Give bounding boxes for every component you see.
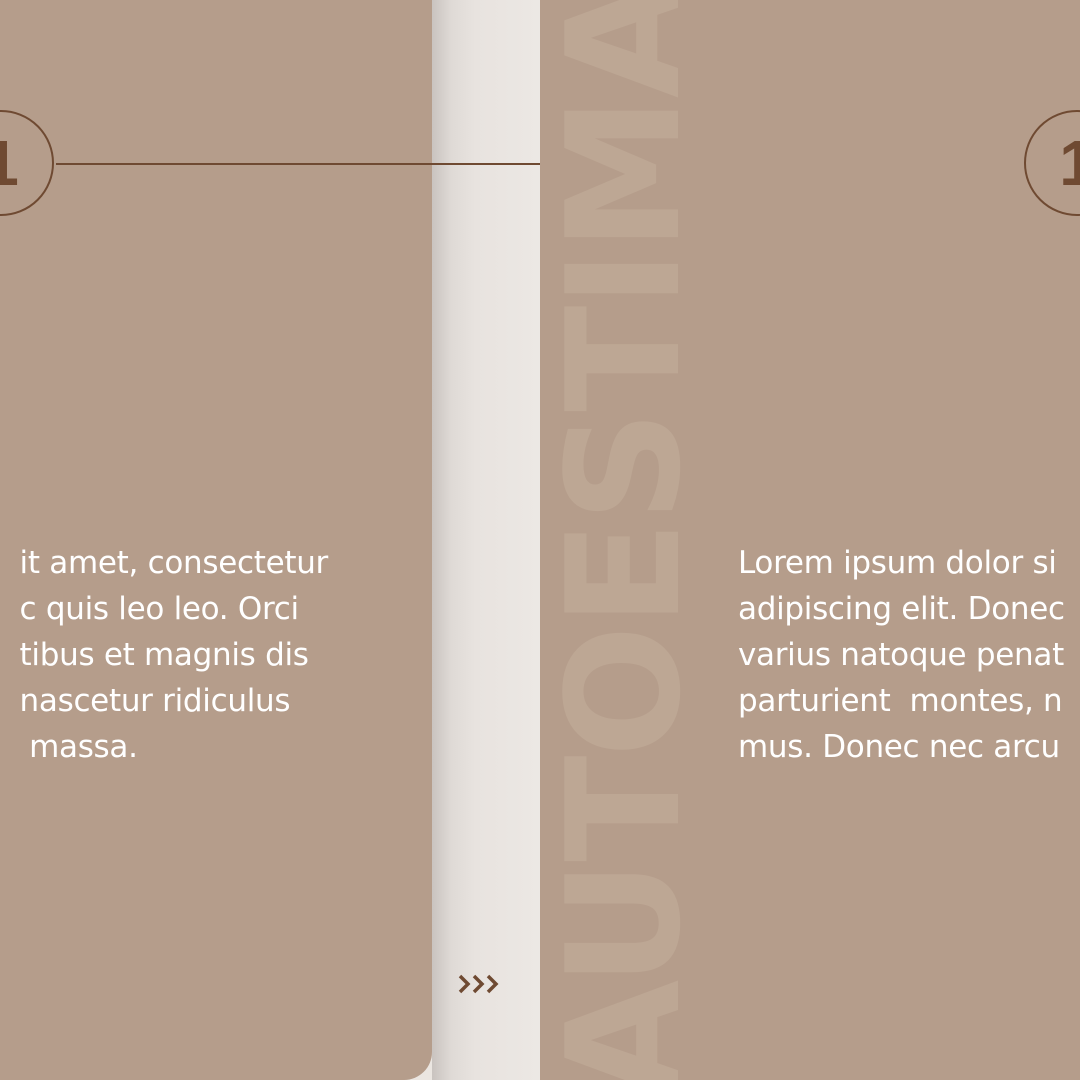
step-number-left: 1 (0, 127, 19, 199)
carousel-slide: AUTOESTIMA 1 1 it amet, consectetur c qu… (0, 0, 1080, 1080)
step-number-right: 1 (1059, 127, 1080, 199)
center-strip (432, 0, 540, 1080)
left-body-text: it amet, consectetur c quis leo leo. Orc… (19, 545, 329, 765)
right-body-text: Lorem ipsum dolor si adipiscing elit. Do… (738, 545, 1065, 765)
connector-line (56, 163, 540, 165)
triple-chevron-right-icon[interactable] (456, 964, 506, 1004)
watermark-text: AUTOESTIMA (533, 0, 715, 1080)
